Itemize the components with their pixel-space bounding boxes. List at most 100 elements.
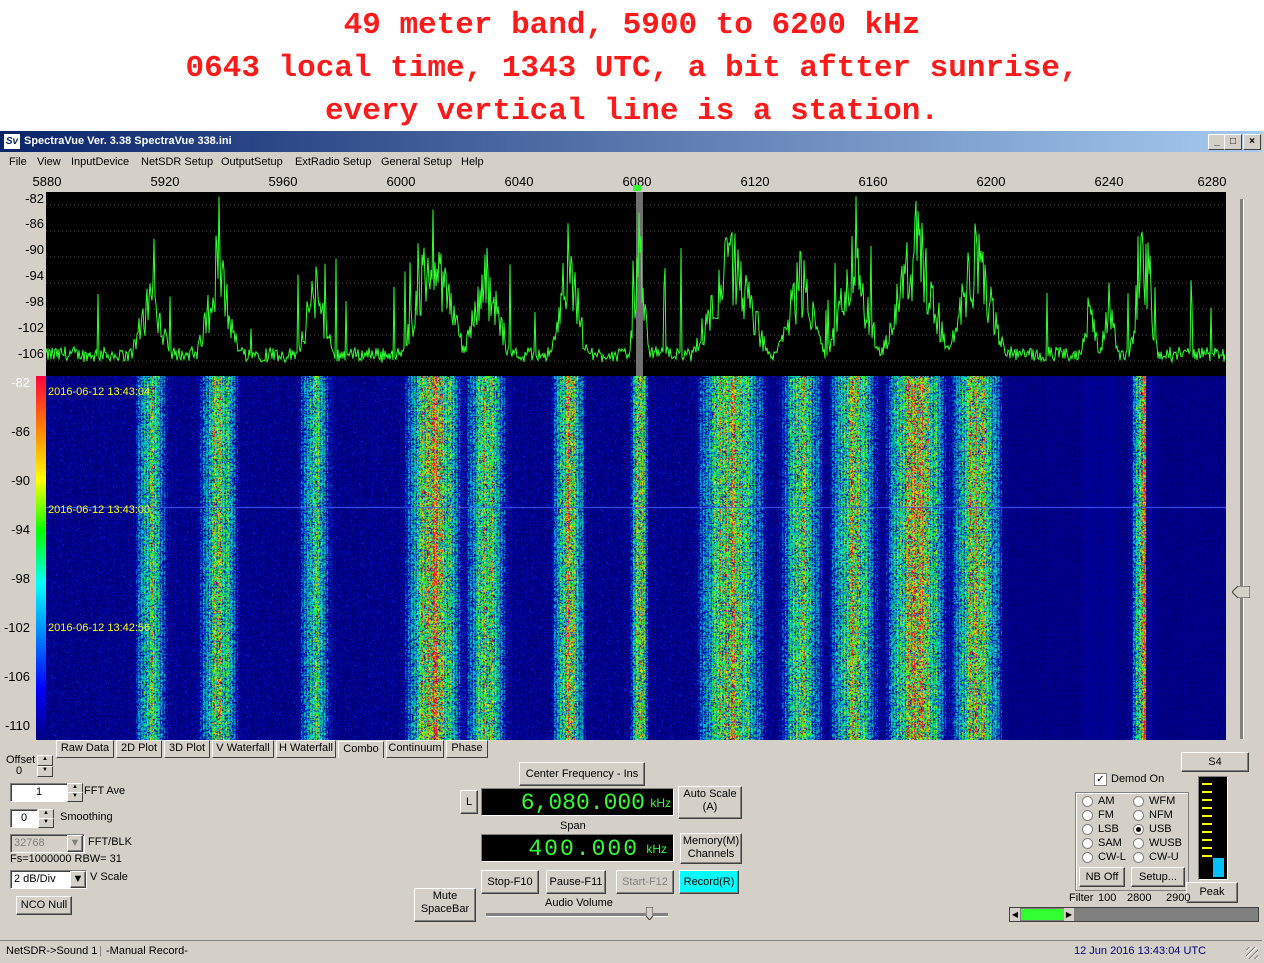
tab-raw-data[interactable]: Raw Data [56,740,114,758]
radio-usb[interactable] [1133,824,1144,835]
maximize-button[interactable]: □ [1224,134,1242,150]
menu-view[interactable]: View [37,156,61,168]
menu-inputdevice[interactable]: InputDevice [71,156,129,168]
freq-tick-label: 6200 [976,174,1006,189]
freq-tick-label: 5960 [268,174,298,189]
radio-wusb[interactable] [1133,838,1144,849]
tab-phase[interactable]: Phase [446,740,488,758]
radio-wfm[interactable] [1133,796,1144,807]
app-icon[interactable]: Sv [4,134,20,149]
close-button[interactable]: × [1243,134,1261,150]
smoothing-label: Smoothing [60,811,113,823]
freq-tick-label: 6000 [386,174,416,189]
color-scale-bar [36,376,46,740]
smoothing-input[interactable]: 0 [10,809,38,828]
waterfall-db-label: -110 [4,718,30,733]
center-frequency-unit: kHz [650,796,671,810]
offset-down-button[interactable]: ▼ [37,766,53,777]
mode-label-wusb: WUSB [1149,837,1182,849]
smoothing-down-button[interactable]: ▼ [38,818,54,828]
vscale-label: V Scale [90,871,128,883]
menu-general-setup[interactable]: General Setup [381,156,452,168]
menu-netsdr-setup[interactable]: NetSDR Setup [141,156,213,168]
spectrum-db-label: -82 [25,191,44,206]
filter-scroll-left-icon[interactable]: ◀ [1010,908,1020,921]
demod-on-label: Demod On [1111,773,1165,785]
fft-blk-dropdown-icon[interactable]: ▼ [67,835,83,852]
status-record-mode: -Manual Record- [106,945,188,957]
mode-label-sam: SAM [1098,837,1122,849]
span-unit: kHz [646,842,667,856]
mode-label-cw-u: CW-U [1149,851,1179,863]
tab-continuum[interactable]: Continuum [386,740,444,758]
waterfall-display[interactable]: 2016-06-12 13:43:04 2016-06-12 13:43:00 … [46,376,1226,740]
scale-slider-track[interactable] [1240,199,1244,739]
radio-lsb[interactable] [1082,824,1093,835]
radio-fm[interactable] [1082,810,1093,821]
tab-3d-plot[interactable]: 3D Plot [164,740,210,758]
tab-v-waterfall[interactable]: V Waterfall [212,740,274,758]
l-button[interactable]: L [460,790,478,814]
span-display[interactable]: 400.000 kHz [481,834,674,862]
start-button[interactable]: Start-F12 [616,870,674,894]
mute-button[interactable]: Mute SpaceBar [414,888,476,922]
radio-cw-u[interactable] [1133,852,1144,863]
radio-sam[interactable] [1082,838,1093,849]
peak-button[interactable]: Peak [1186,882,1238,903]
audio-volume-thumb[interactable] [645,906,654,921]
pause-button[interactable]: Pause-F11 [546,870,606,894]
tab-combo[interactable]: Combo [338,741,384,758]
filter-passband[interactable] [1021,909,1064,920]
app-window: Sv SpectraVue Ver. 3.38 SpectraVue 338.i… [0,131,1264,963]
caption-line-1: 49 meter band, 5900 to 6200 kHz [343,8,921,43]
mode-label-usb: USB [1149,823,1172,835]
menu-outputsetup[interactable]: OutputSetup [221,156,283,168]
title-bar[interactable]: Sv SpectraVue Ver. 3.38 SpectraVue 338.i… [0,131,1262,152]
radio-cw-l[interactable] [1082,852,1093,863]
vscale-dropdown-icon[interactable]: ▼ [70,871,86,888]
auto-scale-button[interactable]: Auto Scale (A) [678,786,742,819]
spectrum-trace [46,196,1226,364]
fft-ave-label: FFT Ave [84,785,126,797]
tuned-frequency-marker[interactable] [633,185,641,191]
s-meter-scale [1202,783,1212,863]
status-device: NetSDR->Sound 1 [6,945,98,957]
radio-am[interactable] [1082,796,1093,807]
record-button[interactable]: Record(R) [679,870,739,894]
spectrum-db-label: -98 [25,294,44,309]
tab-h-waterfall[interactable]: H Waterfall [276,740,336,758]
offset-up-button[interactable]: ▲ [37,755,53,766]
fft-ave-down-button[interactable]: ▼ [67,792,83,802]
span-value: 400.000 [528,836,639,862]
demod-on-checkbox[interactable]: ✓ [1094,773,1107,786]
mode-label-lsb: LSB [1098,823,1119,835]
menu-help[interactable]: Help [461,156,484,168]
fft-ave-input[interactable]: 1 [10,783,68,802]
menu-file[interactable]: File [9,156,27,168]
setup-button[interactable]: Setup... [1131,867,1185,887]
radio-nfm[interactable] [1133,810,1144,821]
center-frequency-button[interactable]: Center Frequency - Ins [519,762,645,786]
filter-scrollbar[interactable]: ◀ ▶ [1009,907,1259,922]
spectrum-plot[interactable] [46,192,1226,376]
memory-channels-button[interactable]: Memory(M) Channels [680,833,742,864]
resize-grip-icon[interactable] [1246,947,1258,959]
nco-null-button[interactable]: NCO Null [16,896,72,915]
center-frequency-value: 6,080.000 [520,790,645,816]
menu-extradio-setup[interactable]: ExtRadio Setup [295,156,371,168]
scale-slider-thumb[interactable] [1231,585,1251,599]
waterfall-timestamp: 2016-06-12 13:43:00 [48,504,151,516]
mode-label-am: AM [1098,795,1115,807]
filter-label: Filter [1069,892,1094,904]
nb-off-button[interactable]: NB Off [1079,867,1125,887]
stop-button[interactable]: Stop-F10 [481,870,539,894]
filter-low-value: 100 [1098,892,1117,904]
audio-volume-track[interactable] [486,913,668,917]
tab-2d-plot[interactable]: 2D Plot [116,740,162,758]
frequency-axis: 5880 5920 5960 6000 6040 6080 6120 6160 … [33,172,1226,191]
center-frequency-display[interactable]: 6,080.000 kHz [481,788,674,816]
waterfall-db-label: -86 [11,424,30,439]
filter-scroll-right-icon[interactable]: ▶ [1064,908,1074,921]
filter-center-value: 2800 [1127,892,1152,904]
mode-label-nfm: NFM [1149,809,1173,821]
